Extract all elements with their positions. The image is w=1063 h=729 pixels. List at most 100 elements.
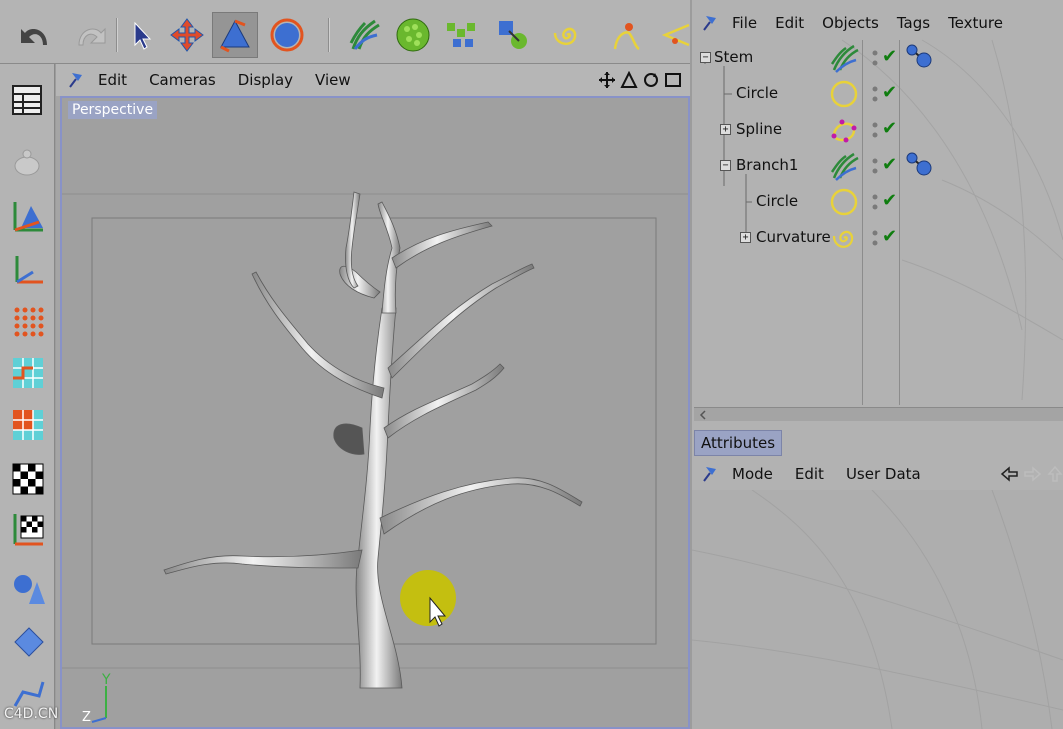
visibility-dots-icon[interactable]	[872, 120, 878, 140]
enabled-check-icon[interactable]: ✔	[882, 190, 897, 211]
collapse-toggle[interactable]: −	[700, 52, 711, 63]
watermark: C4D.CN	[4, 706, 59, 722]
rotate-tool-button[interactable]	[264, 12, 310, 58]
tree-row-curvature[interactable]: + Curvature ✔	[692, 220, 1063, 256]
manager-pin-icon[interactable]	[700, 463, 722, 485]
tree-model[interactable]	[163, 191, 583, 689]
texture-axis-button[interactable]	[7, 508, 49, 550]
cursor-highlight	[400, 570, 456, 626]
perspective-viewport[interactable]: Perspective Y Z	[60, 96, 690, 729]
arrow-cursor-icon	[134, 21, 152, 50]
visibility-dots-icon[interactable]	[872, 48, 878, 68]
joint-icon	[13, 681, 45, 707]
expand-toggle[interactable]: +	[740, 232, 751, 243]
attr-menu-user-data[interactable]: User Data	[846, 465, 921, 483]
back-arrow-icon[interactable]	[999, 465, 1019, 483]
sphere-tool-button[interactable]	[390, 12, 436, 58]
collapse-toggle[interactable]: −	[720, 160, 731, 171]
enabled-check-icon[interactable]: ✔	[882, 226, 897, 247]
forward-arrow-icon[interactable]	[1023, 465, 1043, 483]
render-tag-icon[interactable]	[904, 150, 934, 180]
connect-tool-button[interactable]	[490, 12, 536, 58]
tree-row-circle-2[interactable]: Circle ✔	[692, 184, 1063, 220]
om-menu-objects[interactable]: Objects	[822, 14, 879, 32]
move-tool-button[interactable]	[164, 12, 210, 58]
pan-view-icon[interactable]	[598, 71, 616, 89]
texture-mode-button[interactable]	[7, 458, 49, 500]
object-label[interactable]: Spline	[736, 120, 782, 138]
axis-y-label: Y	[102, 672, 111, 688]
spline-star-icon	[661, 23, 690, 47]
tree-row-circle[interactable]: Circle ✔	[692, 76, 1063, 112]
scroll-left-icon[interactable]	[698, 409, 708, 421]
tree-row-branch1[interactable]: − Branch1 ✔	[692, 148, 1063, 184]
tree-row-stem[interactable]: − Stem ✔	[692, 40, 1063, 76]
viewport-menu-view[interactable]: View	[315, 71, 351, 89]
object-axis-button[interactable]	[7, 194, 49, 236]
hair-tool-button[interactable]	[342, 12, 388, 58]
axis-pyramid-icon	[13, 202, 43, 232]
edges-mode-button[interactable]	[7, 352, 49, 394]
brush-tool-button[interactable]	[7, 620, 49, 662]
expand-toggle[interactable]: +	[720, 124, 731, 135]
object-label[interactable]: Curvature	[756, 228, 831, 246]
rotate-view-icon[interactable]	[642, 71, 660, 89]
attr-menu-edit[interactable]: Edit	[795, 465, 824, 483]
object-label[interactable]: Stem	[714, 48, 753, 66]
checker-icon	[12, 463, 44, 495]
object-label[interactable]: Circle	[756, 192, 798, 210]
points-icon	[14, 307, 44, 337]
object-label[interactable]: Circle	[736, 84, 778, 102]
enabled-check-icon[interactable]: ✔	[882, 82, 897, 103]
manager-pin-icon[interactable]	[700, 12, 722, 34]
layout-icon	[12, 85, 42, 115]
enabled-check-icon[interactable]: ✔	[882, 46, 897, 67]
viewport-menu-edit[interactable]: Edit	[98, 71, 127, 89]
visibility-dots-icon[interactable]	[872, 192, 878, 212]
model-mode-button[interactable]	[7, 140, 49, 182]
om-menu-tags[interactable]: Tags	[897, 14, 930, 32]
zoom-view-icon[interactable]	[620, 71, 638, 89]
visibility-dots-icon[interactable]	[872, 84, 878, 104]
viewport-pin-icon[interactable]	[66, 69, 88, 91]
spiral-tool-button[interactable]	[544, 12, 590, 58]
layout-button[interactable]	[7, 80, 49, 122]
object-label[interactable]: Branch1	[736, 156, 798, 174]
viewport-menu-display[interactable]: Display	[238, 71, 293, 89]
select-tool-button[interactable]	[120, 12, 166, 58]
scene-canvas	[62, 191, 688, 723]
teapot-icon	[14, 149, 40, 176]
background-grid	[692, 489, 1063, 729]
object-tree: − Stem ✔ Circle ✔ + Spline ✔ − Branch1 ✔…	[692, 40, 1063, 410]
undo-button[interactable]	[14, 12, 60, 58]
tree-row-spline[interactable]: + Spline ✔	[692, 112, 1063, 148]
axis-icon	[15, 256, 43, 284]
scale-tool-button[interactable]	[212, 12, 258, 58]
om-menu-edit[interactable]: Edit	[775, 14, 804, 32]
up-arrow-icon[interactable]	[1047, 465, 1063, 483]
scale-icon	[220, 19, 250, 53]
visibility-dots-icon[interactable]	[872, 156, 878, 176]
attr-menu-mode[interactable]: Mode	[732, 465, 773, 483]
om-menu-file[interactable]: File	[732, 14, 757, 32]
horizontal-scrollbar[interactable]	[694, 407, 1063, 421]
move-icon	[170, 18, 204, 52]
redo-button[interactable]	[66, 12, 112, 58]
object-manager: File Edit Objects Tags Texture − Stem ✔ …	[692, 0, 1063, 428]
cloner-tool-button[interactable]	[438, 12, 484, 58]
tab-attributes[interactable]: Attributes	[694, 430, 783, 456]
enabled-check-icon[interactable]: ✔	[882, 118, 897, 139]
axis-mode-button[interactable]	[7, 248, 49, 290]
model-tool-button[interactable]	[7, 568, 49, 610]
enabled-check-icon[interactable]: ✔	[882, 154, 897, 175]
render-tag-icon[interactable]	[904, 42, 934, 72]
polygons-mode-button[interactable]	[7, 404, 49, 446]
om-menu-texture[interactable]: Texture	[948, 14, 1003, 32]
viewport-menu-cameras[interactable]: Cameras	[149, 71, 216, 89]
visibility-dots-icon[interactable]	[872, 228, 878, 248]
maximize-view-icon[interactable]	[664, 71, 682, 89]
undo-icon	[21, 29, 47, 45]
spline-tool-button[interactable]	[606, 12, 652, 58]
world-axis-icon	[91, 686, 107, 723]
points-mode-button[interactable]	[7, 300, 49, 342]
